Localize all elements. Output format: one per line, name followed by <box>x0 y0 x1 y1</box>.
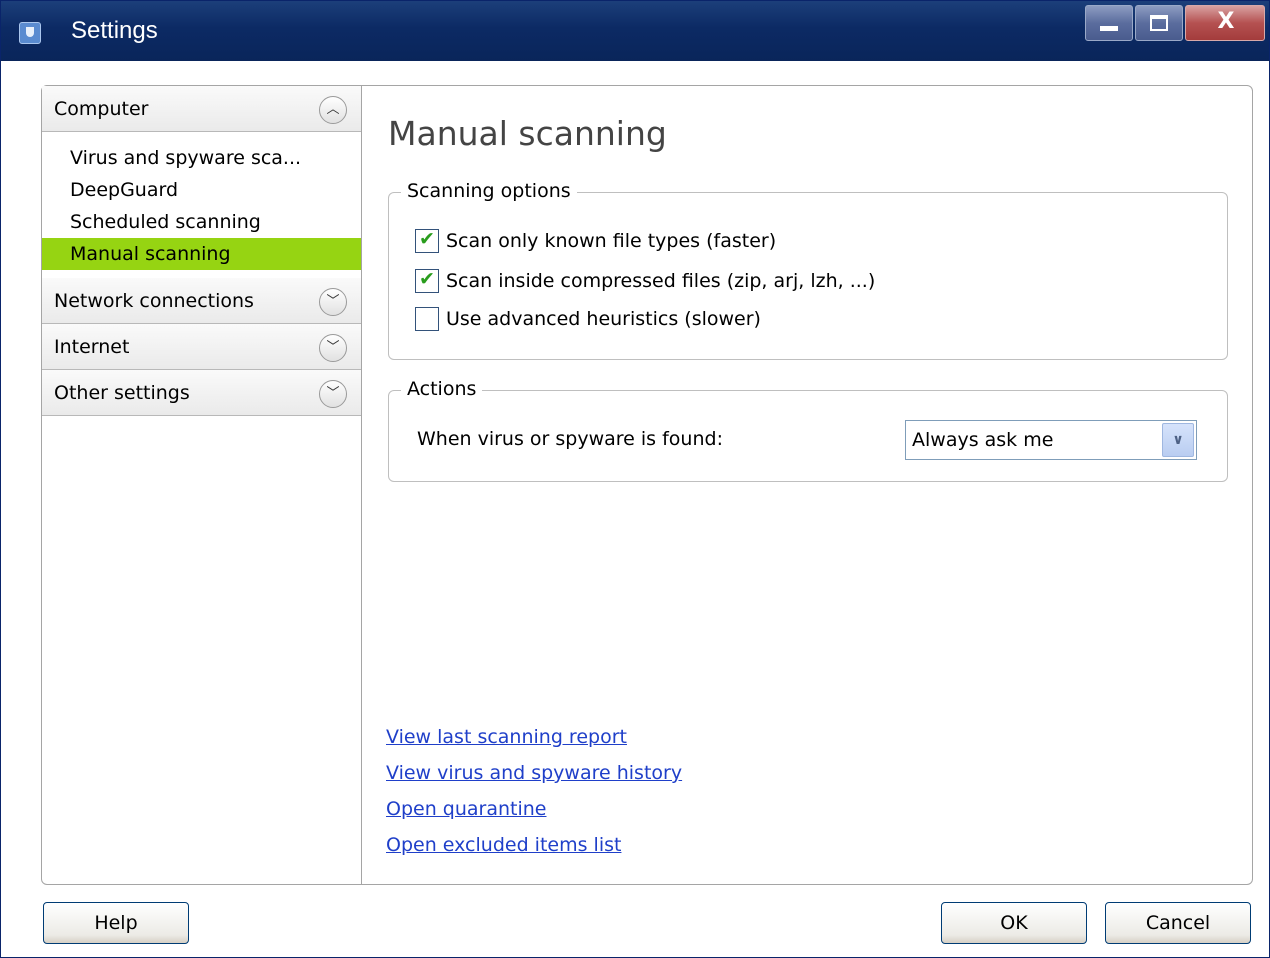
option-label: Scan inside compressed files (zip, arj, … <box>446 270 876 292</box>
sidebar-item-deepguard[interactable]: DeepGuard <box>42 174 361 206</box>
checkbox[interactable] <box>415 307 439 331</box>
option-label: Scan only known file types (faster) <box>446 230 777 252</box>
close-button[interactable]: X <box>1185 5 1265 41</box>
minimize-icon <box>1100 26 1118 31</box>
chevron-down-icon[interactable]: ∨ <box>1162 423 1194 457</box>
title-bar: Settings X <box>1 1 1269 61</box>
chevron-down-icon[interactable]: ﹀ <box>319 380 347 408</box>
option-label: Use advanced heuristics (slower) <box>446 308 761 330</box>
app-shield-icon <box>19 22 41 44</box>
sidebar-category-internet[interactable]: Internet ﹀ <box>42 324 361 370</box>
actions-group: Actions When virus or spyware is found: … <box>388 378 1228 482</box>
checkbox[interactable] <box>415 228 439 253</box>
category-label: Network connections <box>54 290 254 312</box>
help-button[interactable]: Help <box>43 902 189 944</box>
checkbox[interactable] <box>415 268 439 293</box>
link-view-last-scanning-report[interactable]: View last scanning report <box>386 726 627 748</box>
settings-sidebar: Computer ︿ Virus and spyware sca... Deep… <box>42 86 362 884</box>
chevron-up-icon[interactable]: ︿ <box>319 96 347 124</box>
chevron-down-icon[interactable]: ﹀ <box>319 288 347 316</box>
sidebar-category-network-connections[interactable]: Network connections ﹀ <box>42 278 361 324</box>
maximize-button[interactable] <box>1135 5 1183 41</box>
minimize-button[interactable] <box>1085 5 1133 41</box>
sidebar-item-manual-scanning[interactable]: Manual scanning <box>42 238 361 270</box>
window-title: Settings <box>71 17 158 44</box>
scanning-options-group: Scanning options Scan only known file ty… <box>388 180 1228 360</box>
category-label: Internet <box>54 336 130 358</box>
settings-panel: Computer ︿ Virus and spyware sca... Deep… <box>41 85 1253 885</box>
action-dropdown[interactable]: Always ask me ∨ <box>905 420 1197 460</box>
close-icon: X <box>1217 9 1235 34</box>
category-label: Computer <box>54 98 149 120</box>
group-legend: Actions <box>401 378 483 400</box>
dropdown-value: Always ask me <box>912 429 1054 451</box>
page-title: Manual scanning <box>388 114 667 153</box>
sidebar-category-other-settings[interactable]: Other settings ﹀ <box>42 370 361 416</box>
ok-button[interactable]: OK <box>941 902 1087 944</box>
action-label: When virus or spyware is found: <box>417 428 723 450</box>
category-label: Other settings <box>54 382 190 404</box>
chevron-down-icon[interactable]: ﹀ <box>319 334 347 362</box>
sidebar-category-computer[interactable]: Computer ︿ <box>42 86 361 132</box>
sidebar-item-scheduled-scanning[interactable]: Scheduled scanning <box>42 206 361 238</box>
maximize-icon <box>1150 15 1168 31</box>
link-open-quarantine[interactable]: Open quarantine <box>386 798 547 820</box>
group-legend: Scanning options <box>401 180 577 202</box>
link-view-virus-spyware-history[interactable]: View virus and spyware history <box>386 762 682 784</box>
sidebar-item-virus-spyware-scanning[interactable]: Virus and spyware sca... <box>42 142 361 174</box>
cancel-button[interactable]: Cancel <box>1105 902 1251 944</box>
link-open-excluded-items[interactable]: Open excluded items list <box>386 834 621 856</box>
settings-window: Settings X Computer ︿ Virus and spyware … <box>0 0 1270 958</box>
